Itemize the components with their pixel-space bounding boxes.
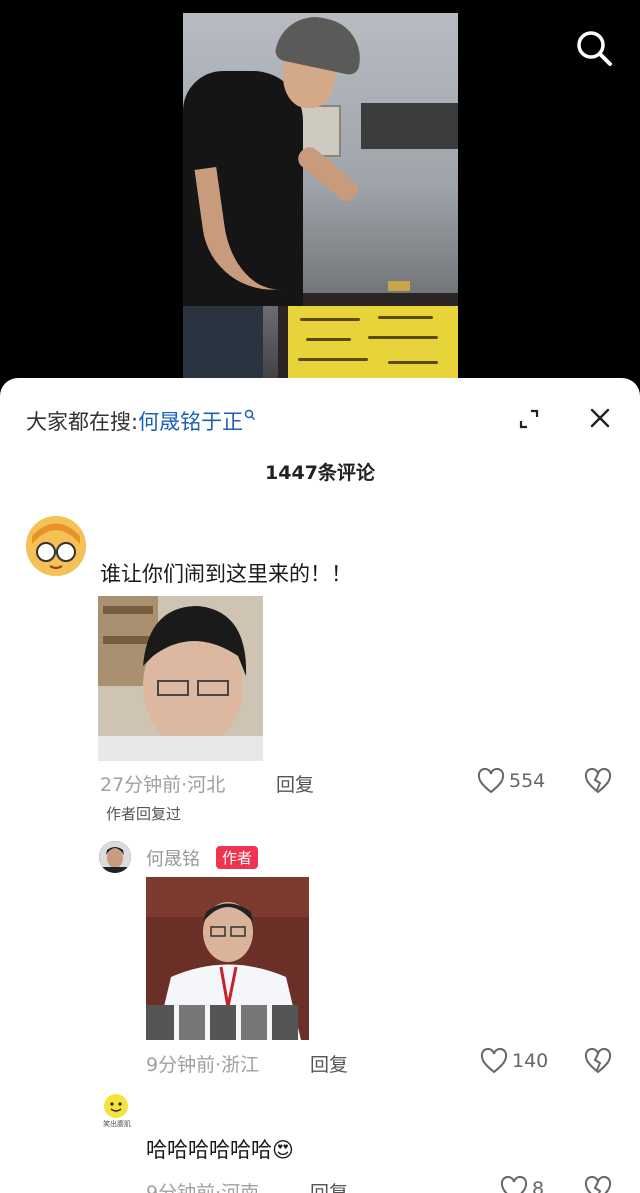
comment-count: 1447条评论 xyxy=(265,462,375,484)
comment-text: 谁让你们闹到这里来的！！ xyxy=(100,562,352,586)
reply-button[interactable]: 回复 xyxy=(276,770,314,797)
reply-button[interactable]: 回复 xyxy=(310,1178,348,1193)
search-small-icon xyxy=(244,409,256,424)
expand-icon[interactable] xyxy=(518,408,540,430)
close-icon[interactable] xyxy=(588,406,612,430)
dislike-icon[interactable] xyxy=(584,767,612,798)
heart-icon xyxy=(480,1048,508,1074)
heart-icon xyxy=(477,768,505,794)
comment-text-content: 哈哈哈哈哈哈 xyxy=(146,1138,272,1162)
search-icon[interactable] xyxy=(574,28,614,68)
like-count: 140 xyxy=(512,1050,549,1072)
comment-time: 27分钟前·河北 xyxy=(100,774,226,796)
like-count: 8 xyxy=(532,1178,545,1193)
comment-image[interactable] xyxy=(146,877,309,1040)
hot-search-prefix: 大家都在搜: xyxy=(26,410,139,434)
screen: 大家都在搜: 何晟铭于正 1447条评论 谁让你们闹到这里来的！！ 27分钟前·… xyxy=(0,0,640,1193)
avatar[interactable] xyxy=(26,516,86,576)
hot-search-bar[interactable]: 大家都在搜: 何晟铭于正 xyxy=(26,406,256,436)
dislike-icon[interactable] xyxy=(584,1175,612,1193)
comment-text: 哈哈哈哈哈哈😍 xyxy=(146,1134,294,1164)
seal-block xyxy=(388,281,410,291)
comment-time: 9分钟前·浙江 xyxy=(146,1054,260,1076)
reply-button[interactable]: 回复 xyxy=(310,1050,348,1077)
like-button[interactable]: 554 xyxy=(477,768,545,794)
video-player[interactable] xyxy=(183,13,458,393)
author-tag: 作者 xyxy=(216,846,259,869)
author-replied-label[interactable]: 作者回复过 xyxy=(106,803,181,824)
wall-panel xyxy=(361,103,458,149)
dislike-icon[interactable] xyxy=(584,1047,612,1078)
hot-search-link[interactable]: 何晟铭于正 xyxy=(138,406,243,436)
like-button[interactable]: 140 xyxy=(480,1048,548,1074)
commenter-name[interactable]: 何晟铭 xyxy=(146,845,200,871)
comment-time: 9分钟前·河南 xyxy=(146,1182,260,1193)
like-button[interactable]: 8 xyxy=(500,1176,544,1193)
avatar-caption: 笑出腹肌 xyxy=(103,1120,131,1128)
avatar[interactable] xyxy=(99,841,131,873)
heart-eyes-emoji: 😍 xyxy=(272,1138,294,1162)
comment-sheet: 大家都在搜: 何晟铭于正 1447条评论 谁让你们闹到这里来的！！ 27分钟前·… xyxy=(0,378,640,1193)
comment-image[interactable] xyxy=(98,596,263,761)
heart-icon xyxy=(500,1176,528,1193)
like-count: 554 xyxy=(509,770,546,792)
